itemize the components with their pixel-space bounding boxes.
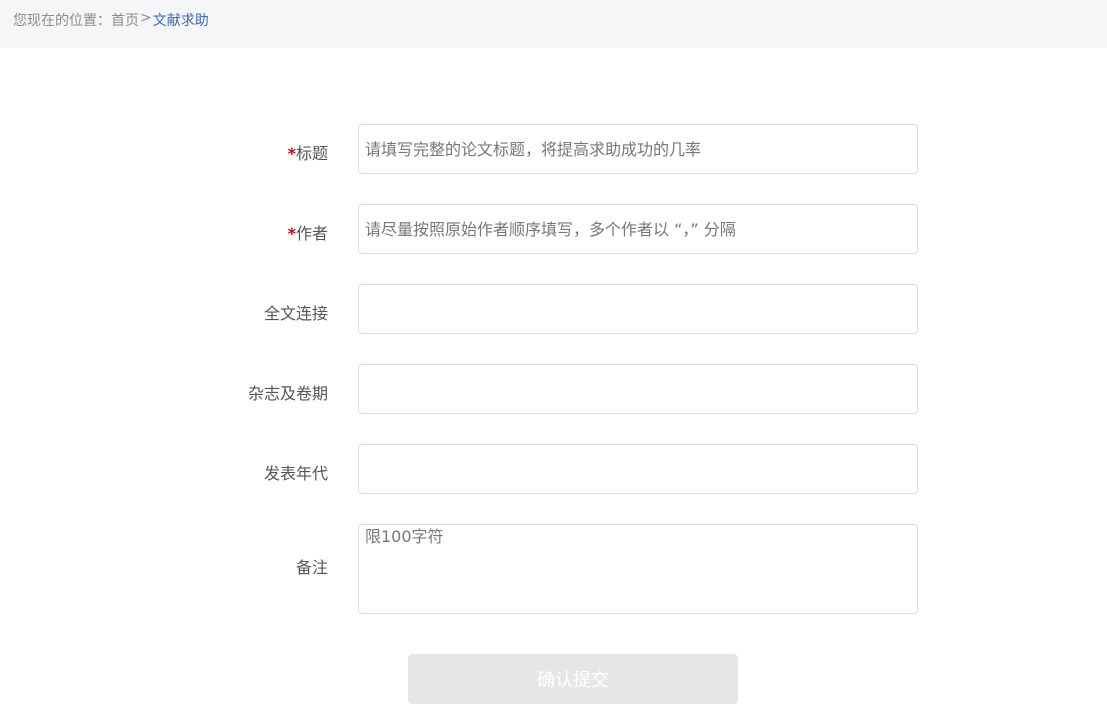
breadcrumb-prefix: 您现在的位置：: [13, 13, 111, 29]
author-input[interactable]: [358, 204, 918, 254]
required-star: *: [287, 224, 296, 243]
breadcrumb: 您现在的位置：首页>文献求助: [0, 0, 1107, 48]
breadcrumb-current: 文献求助: [152, 13, 209, 29]
author-label: *作者: [287, 224, 328, 243]
journal-volume-label: 杂志及卷期: [247, 384, 328, 403]
required-star: *: [287, 144, 296, 163]
fulltext-link-label: 全文连接: [263, 304, 328, 323]
submit-button[interactable]: 确认提交: [408, 654, 738, 704]
title-input[interactable]: [358, 124, 918, 174]
breadcrumb-home-link[interactable]: 首页: [111, 13, 139, 29]
publish-year-label: 发表年代: [263, 464, 328, 483]
title-label: *标题: [287, 144, 328, 163]
fulltext-link-input[interactable]: [358, 284, 918, 334]
breadcrumb-separator: >: [140, 10, 152, 26]
remarks-label: 备注: [295, 558, 328, 577]
publish-year-input[interactable]: [358, 444, 918, 494]
remarks-textarea[interactable]: [358, 524, 918, 614]
journal-volume-input[interactable]: [358, 364, 918, 414]
